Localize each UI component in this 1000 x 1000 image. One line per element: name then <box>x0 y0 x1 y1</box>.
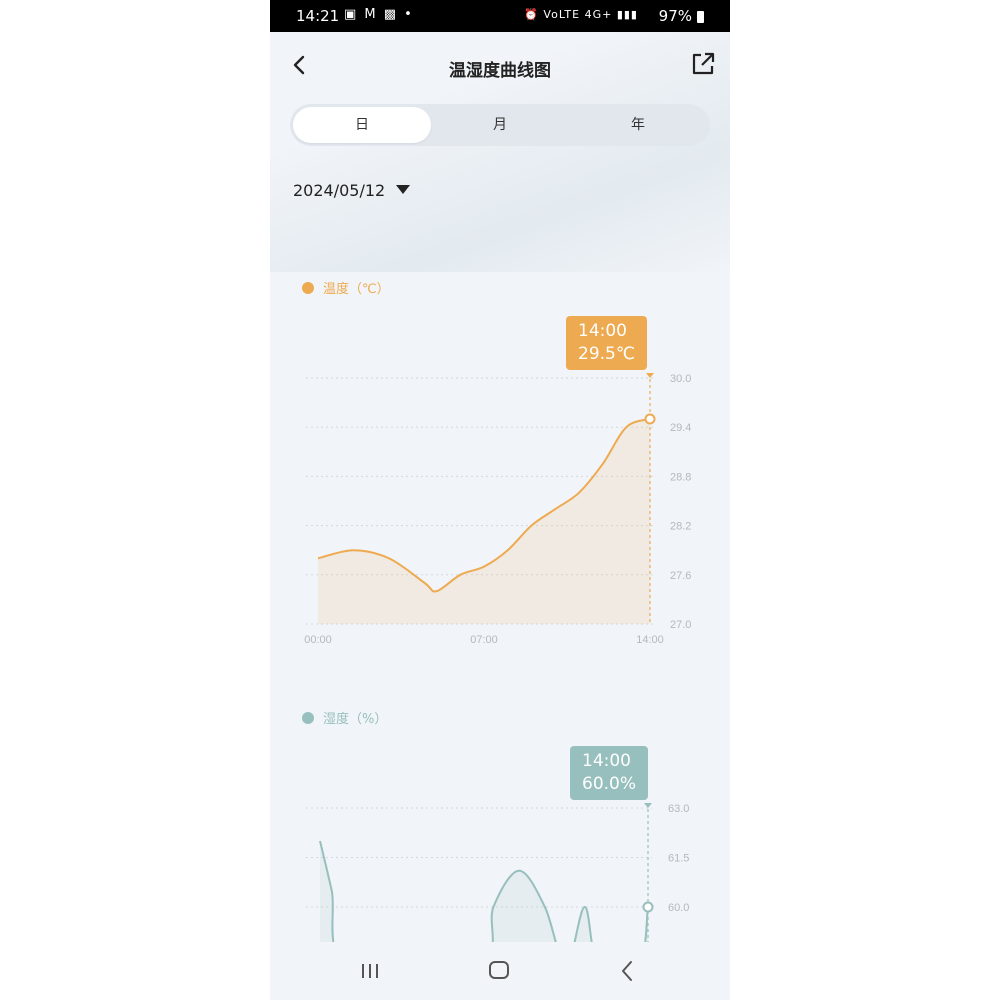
humidity-legend-label: 湿度（%） <box>323 712 388 727</box>
caret-down-icon[interactable] <box>396 185 410 194</box>
tab-day[interactable]: 日 <box>293 107 431 143</box>
period-tabs: 日 月 年 <box>290 104 710 146</box>
y-tick-label: 28.8 <box>670 471 691 483</box>
page-title: 温湿度曲线图 <box>449 61 551 81</box>
y-tick-label: 30.0 <box>670 373 691 385</box>
tab-year[interactable]: 年 <box>569 107 707 143</box>
series-area <box>320 841 648 942</box>
humidity-legend-dot <box>302 712 314 724</box>
y-tick-label: 29.4 <box>670 422 691 434</box>
y-tick-label: 61.5 <box>668 853 689 865</box>
marker-point <box>644 413 656 425</box>
marker-point <box>642 901 654 913</box>
tooltip-pointer <box>644 803 652 808</box>
temperature-tooltip: 14:00 29.5℃ <box>566 316 647 370</box>
x-tick-label: 07:00 <box>470 634 498 646</box>
temperature-chart: 30.0 29.4 28.8 28.2 27.6 27.0 00:00 07:00 14:00 <box>304 373 691 646</box>
y-tick-label: 28.2 <box>670 521 691 533</box>
signal-icons: ⏰ VoLTE 4G+ ▮▮▮ <box>524 8 638 21</box>
battery-level: 97% <box>658 7 692 25</box>
system-nav-bar <box>270 942 730 1000</box>
temperature-legend: 温度（℃） <box>302 278 390 297</box>
y-tick-label: 27.6 <box>670 570 691 582</box>
temperature-tooltip-value: 29.5℃ <box>578 344 635 364</box>
notification-icons: ▣ M ▩ • <box>344 7 414 22</box>
y-tick-label: 27.0 <box>670 619 691 631</box>
series-line <box>319 840 649 942</box>
temperature-legend-dot <box>302 282 314 294</box>
app-header: 温湿度曲线图 <box>270 32 730 102</box>
recents-icon[interactable] <box>360 962 380 980</box>
share-icon[interactable] <box>688 49 718 79</box>
x-tick-label: 00:00 <box>304 634 332 646</box>
humidity-tooltip-time: 14:00 <box>582 751 631 771</box>
humidity-tooltip-value: 60.0% <box>582 774 637 794</box>
home-icon[interactable] <box>489 961 509 979</box>
y-tick-label: 60.0 <box>668 902 689 914</box>
humidity-legend: 湿度（%） <box>302 708 387 727</box>
battery-icon <box>697 11 704 23</box>
chart-series-group <box>317 418 651 624</box>
date-selector[interactable]: 2024/05/12 <box>293 181 385 200</box>
humidity-tooltip: 14:00 60.0% <box>570 746 649 800</box>
tooltip-pointer <box>646 373 654 378</box>
x-tick-label: 14:00 <box>636 634 664 646</box>
chart-series-group <box>319 840 649 942</box>
phone-screen: 14:21 ▣ M ▩ • ⏰ VoLTE 4G+ ▮▮▮ 97% 温湿度曲线图… <box>270 0 730 1000</box>
humidity-chart: 63.0 61.5 60.0 <box>306 803 689 942</box>
status-time: 14:21 <box>296 7 340 25</box>
nav-back-icon[interactable] <box>620 959 634 983</box>
series-area <box>318 419 650 624</box>
temperature-tooltip-time: 14:00 <box>578 321 627 341</box>
temperature-legend-label: 温度（℃） <box>323 282 390 297</box>
y-tick-label: 63.0 <box>668 803 689 815</box>
tab-month[interactable]: 月 <box>431 107 569 143</box>
status-bar: 14:21 ▣ M ▩ • ⏰ VoLTE 4G+ ▮▮▮ 97% <box>270 0 730 32</box>
